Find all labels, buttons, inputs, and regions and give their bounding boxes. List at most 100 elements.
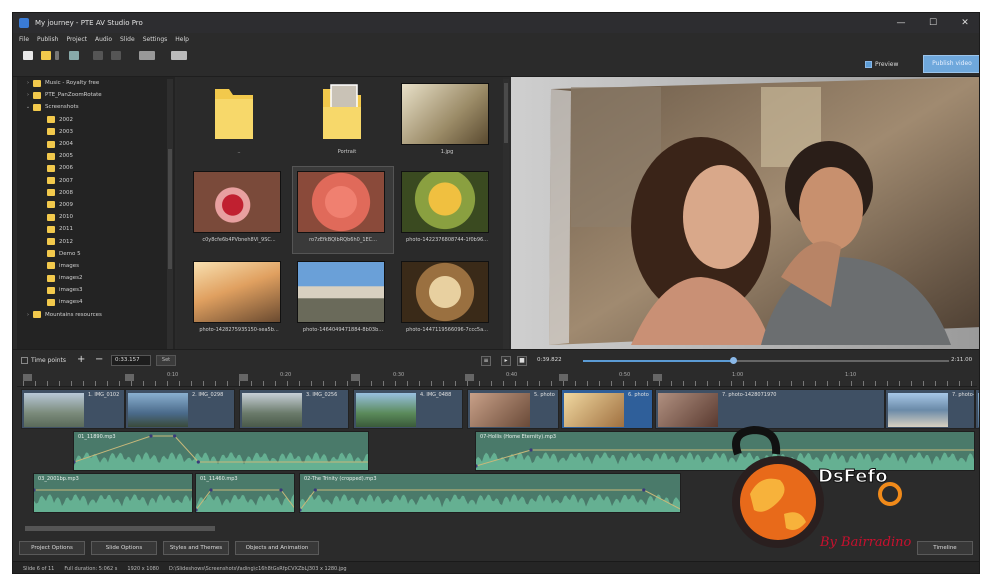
tree-item[interactable]: › PTE_PanZoomRotate	[17, 89, 175, 101]
set-time-button[interactable]: Set	[156, 355, 176, 366]
slide-clip[interactable]: 6. photo	[561, 389, 653, 429]
tree-item[interactable]: 2007	[17, 175, 175, 187]
folder-tile[interactable]: ..	[189, 79, 289, 165]
menu-project[interactable]: Project	[66, 36, 87, 43]
close-icon[interactable]: ✕	[949, 13, 979, 33]
ruler-tick	[167, 381, 168, 386]
image-tile[interactable]: ro7zEfkBQIbRQb6h0_1EC...	[292, 166, 394, 254]
tree-item[interactable]: 2004	[17, 138, 175, 150]
tree-expand-icon[interactable]: ›	[25, 92, 31, 98]
slide-clip[interactable]: 3. IMG_0256	[239, 389, 349, 429]
redo-icon[interactable]	[111, 51, 121, 60]
image-tile[interactable]: photo-1447119566096-7ccc5a...	[397, 257, 497, 343]
audio-clip[interactable]: 02-The Trinity (cropped).mp3	[299, 473, 681, 513]
tree-item[interactable]: 2011	[17, 223, 175, 235]
image-tile[interactable]: photo-1422376808744-1f0b96...	[397, 167, 497, 253]
slide-marker[interactable]	[653, 374, 662, 381]
slide-options-icon[interactable]	[171, 51, 187, 60]
save-icon[interactable]	[69, 51, 79, 60]
audio-clip[interactable]: 01_11460.mp3	[195, 473, 295, 513]
tree-item[interactable]: 2008	[17, 187, 175, 199]
folder-icon	[33, 91, 41, 99]
open-folder-icon[interactable]	[41, 51, 51, 60]
menu-audio[interactable]: Audio	[95, 36, 112, 43]
files-scrollbar[interactable]	[503, 79, 509, 349]
tree-item[interactable]: images	[17, 260, 175, 272]
tree-item[interactable]: 2002	[17, 114, 175, 126]
menu-file[interactable]: File	[19, 36, 29, 43]
slide-clip[interactable]: 1. IMG_0102	[21, 389, 125, 429]
slide-clip[interactable]	[975, 389, 979, 429]
seek-handle[interactable]	[730, 357, 738, 364]
image-tile[interactable]: 1.jpg	[397, 79, 497, 165]
styles-themes-button[interactable]: Styles and Themes	[163, 541, 229, 555]
tree-item[interactable]: › Mountains resources	[17, 309, 175, 321]
image-thumbnail	[401, 261, 489, 323]
slide-clip[interactable]: 5. photo	[467, 389, 559, 429]
play-icon[interactable]: ▸	[501, 356, 511, 366]
slide-clip[interactable]: 7. photo-1423881771509-53a40c...	[885, 389, 975, 429]
tree-item[interactable]: ⌄ Screenshots	[17, 101, 175, 113]
folder-tile[interactable]: Portrait	[297, 79, 397, 165]
files-scrollbar-thumb[interactable]	[504, 83, 508, 143]
menu-slide[interactable]: Slide	[120, 36, 135, 43]
tree-expand-icon[interactable]: ›	[25, 80, 31, 86]
timeline-ruler[interactable]: 0:10 0:20 0:30 0:40 0:50 1:00 1:10	[17, 371, 977, 387]
timeline-button[interactable]: Timeline	[917, 541, 973, 555]
image-tile[interactable]: photo-1464049471884-8b03b...	[293, 257, 393, 343]
add-time-point-icon[interactable]: +	[77, 354, 85, 365]
time-points-toggle[interactable]: Time points	[21, 357, 66, 364]
tree-item[interactable]: 2009	[17, 199, 175, 211]
list-menu-icon[interactable]: ≡	[481, 356, 491, 366]
preview-checkbox[interactable]	[865, 60, 872, 68]
tree-item[interactable]: 2012	[17, 235, 175, 247]
audio-clip[interactable]: 01_11890.mp3	[73, 431, 369, 471]
undo-icon[interactable]	[93, 51, 103, 60]
slide-marker[interactable]	[465, 374, 474, 381]
tree-item[interactable]: 2003	[17, 126, 175, 138]
tree-item[interactable]: Demo 5	[17, 248, 175, 260]
tree-expand-icon[interactable]: ›	[25, 312, 31, 318]
menu-publish[interactable]: Publish	[37, 36, 58, 43]
slide-marker[interactable]	[351, 374, 360, 381]
time-point-input[interactable]: 0:33.157	[111, 355, 151, 366]
new-project-icon[interactable]	[23, 51, 33, 60]
slide-clip[interactable]: 2. IMG_0298	[125, 389, 235, 429]
objects-animation-button[interactable]: Objects and Animation	[235, 541, 319, 555]
minimize-icon[interactable]: —	[885, 13, 917, 33]
slide-preview[interactable]	[511, 77, 979, 349]
slide-clip[interactable]: 4. IMG_0488	[353, 389, 463, 429]
tree-expand-icon[interactable]: ⌄	[25, 104, 31, 110]
publish-icon[interactable]	[139, 51, 155, 60]
tree-item[interactable]: 2005	[17, 150, 175, 162]
stop-icon[interactable]: ■	[517, 356, 527, 366]
menu-settings[interactable]: Settings	[143, 36, 168, 43]
seek-bar[interactable]	[583, 357, 949, 364]
tree-item[interactable]: 2006	[17, 162, 175, 174]
slide-marker[interactable]	[23, 374, 32, 381]
slide-marker[interactable]	[239, 374, 248, 381]
preview-toggle[interactable]: Preview	[865, 57, 898, 71]
slide-clip[interactable]: 7. photo-1428071970	[655, 389, 885, 429]
maximize-icon[interactable]: ☐	[917, 13, 949, 33]
tree-item[interactable]: images4	[17, 296, 175, 308]
open-dropdown-icon[interactable]	[55, 51, 59, 60]
tree-item[interactable]: 2010	[17, 211, 175, 223]
tree-scrollbar-thumb[interactable]	[168, 149, 172, 269]
image-tile[interactable]: c0y8cfe6b4PVbneh8Vl_9SC...	[189, 167, 289, 253]
time-points-checkbox[interactable]	[21, 357, 28, 364]
tree-item[interactable]: images3	[17, 284, 175, 296]
tree-item[interactable]: › Music - Royalty free	[17, 77, 175, 89]
slide-marker[interactable]	[559, 374, 568, 381]
tree-scrollbar[interactable]	[167, 79, 173, 349]
timeline-scrollbar-thumb[interactable]	[25, 526, 215, 531]
audio-clip[interactable]: 03_2001bp.mp3	[33, 473, 193, 513]
publish-video-button[interactable]: Publish video	[923, 55, 979, 73]
slide-options-button[interactable]: Slide Options	[91, 541, 157, 555]
project-options-button[interactable]: Project Options	[19, 541, 85, 555]
menu-help[interactable]: Help	[175, 36, 189, 43]
image-tile[interactable]: photo-1428275935150-sea5b...	[189, 257, 289, 343]
slide-marker[interactable]	[125, 374, 134, 381]
tree-item[interactable]: images2	[17, 272, 175, 284]
remove-time-point-icon[interactable]: −	[95, 354, 103, 365]
